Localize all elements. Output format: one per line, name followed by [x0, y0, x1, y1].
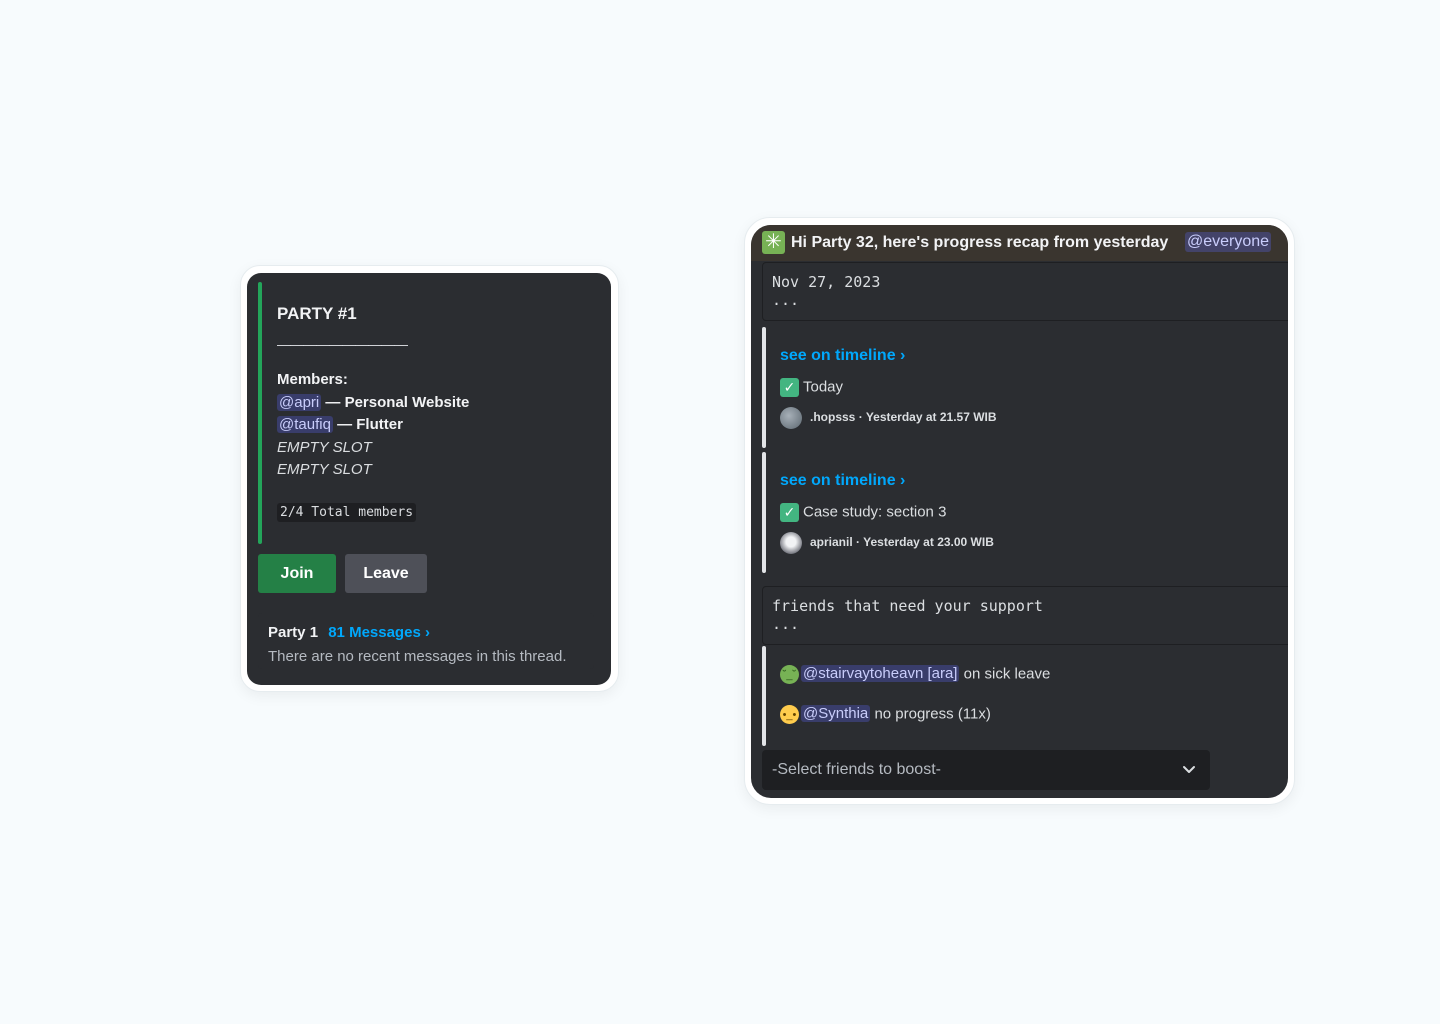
- member-role: — Flutter: [337, 416, 403, 433]
- member-mention[interactable]: @apri: [277, 394, 322, 411]
- party-divider: ——————————: [277, 336, 408, 352]
- user-mention[interactable]: @Synthia: [801, 705, 871, 723]
- select-placeholder: -Select friends to boost-: [772, 761, 941, 778]
- check-icon: ✓: [780, 503, 799, 522]
- sparkle-icon: ✳: [762, 231, 785, 254]
- member-row: @taufiq — Flutter: [277, 416, 403, 433]
- author-row: .hopsss · Yesterday at 21.57 WIB: [780, 407, 997, 429]
- thread-messages-link[interactable]: 81 Messages ›: [328, 624, 430, 641]
- author-name: .hopsss: [810, 410, 856, 425]
- date-codeblock: Nov 27, 2023 ...: [762, 262, 1288, 321]
- task-row: ✓ Case study: section 3: [780, 503, 946, 522]
- see-on-timeline-link[interactable]: see on timeline ›: [780, 472, 905, 490]
- party-title: PARTY #1: [277, 304, 357, 323]
- party-card: PARTY #1 —————————— Members: @apri — Per…: [247, 273, 611, 685]
- join-button[interactable]: Join: [258, 554, 336, 593]
- support-row: ˘_˘ @stairvaytoheavn [ara] on sick leave: [780, 665, 1050, 684]
- leave-button[interactable]: Leave: [345, 554, 427, 593]
- avatar: [780, 532, 802, 554]
- support-entry: [766, 646, 1065, 746]
- support-status: no progress (11x): [874, 705, 991, 723]
- user-mention[interactable]: @stairvaytoheavn [ara]: [801, 665, 960, 683]
- avatar: [780, 407, 802, 429]
- task-name: Today: [803, 378, 844, 396]
- support-status: on sick leave: [963, 665, 1051, 683]
- support-heading: friends that need your support: [772, 597, 1043, 615]
- everyone-mention[interactable]: @everyone: [1185, 232, 1272, 252]
- boost-friends-select[interactable]: -Select friends to boost-: [762, 750, 1210, 790]
- recap-card: ✳ Hi Party 32, here's progress recap fro…: [751, 225, 1288, 798]
- total-members: 2/4 Total members: [277, 503, 417, 522]
- empty-slot: EMPTY SLOT: [277, 439, 372, 456]
- member-mention[interactable]: @taufiq: [277, 416, 333, 433]
- recap-header-text: Hi Party 32, here's progress recap from …: [791, 234, 1169, 251]
- support-row: •_• @Synthia no progress (11x): [780, 705, 991, 724]
- recap-header: ✳ Hi Party 32, here's progress recap fro…: [751, 225, 1288, 261]
- member-row: @apri — Personal Website: [277, 394, 469, 411]
- chevron-down-icon: [1183, 766, 1195, 773]
- see-on-timeline-link[interactable]: see on timeline ›: [780, 347, 905, 365]
- task-row: ✓ Today: [780, 378, 843, 397]
- thread-preview[interactable]: Party 1 81 Messages › There are no recen…: [258, 613, 594, 669]
- check-icon: ✓: [780, 378, 799, 397]
- thread-status: There are no recent messages in this thr…: [268, 648, 567, 665]
- timestamp: · Yesterday at 23.00 WIB: [856, 535, 994, 550]
- members-label: Members:: [277, 371, 348, 388]
- support-codeblock: friends that need your support ...: [762, 586, 1288, 645]
- empty-slot: EMPTY SLOT: [277, 461, 372, 478]
- date-text: Nov 27, 2023: [772, 273, 881, 291]
- neutral-face-icon: •_•: [780, 705, 799, 724]
- author-name: aprianil: [810, 535, 853, 550]
- thread-name: Party 1: [268, 624, 319, 641]
- support-ellipsis: ...: [772, 615, 800, 633]
- task-name: Case study: section 3: [803, 503, 947, 521]
- timestamp: · Yesterday at 21.57 WIB: [858, 410, 997, 425]
- member-role: — Personal Website: [325, 394, 470, 411]
- author-row: aprianil · Yesterday at 23.00 WIB: [780, 532, 994, 554]
- date-ellipsis: ...: [772, 291, 800, 309]
- sick-face-icon: ˘_˘: [780, 665, 799, 684]
